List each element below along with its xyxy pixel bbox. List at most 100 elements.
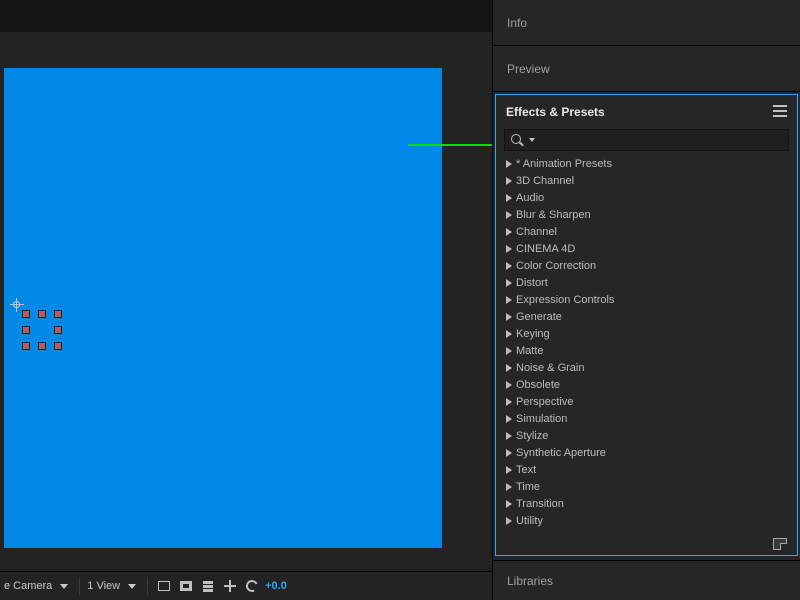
grid-toggle-button[interactable] <box>155 578 173 594</box>
effects-category-label: Color Correction <box>516 260 596 272</box>
disclosure-triangle-icon[interactable] <box>506 517 512 525</box>
effects-category-label: Utility <box>516 515 543 527</box>
chevron-down-icon[interactable] <box>128 584 136 589</box>
effects-category-item[interactable]: Stylize <box>504 427 789 444</box>
effects-category-item[interactable]: * Animation Presets <box>504 155 789 172</box>
disclosure-triangle-icon[interactable] <box>506 347 512 355</box>
handle-middle-left[interactable] <box>22 326 30 334</box>
right-panel-stack: Info Preview Effects & Presets * Animati… <box>492 0 800 600</box>
callout-arrow <box>408 144 502 146</box>
effects-category-label: Transition <box>516 498 564 510</box>
effects-search-input[interactable] <box>541 134 782 146</box>
effects-category-item[interactable]: Text <box>504 461 789 478</box>
new-bin-button[interactable] <box>773 538 787 550</box>
effects-panel-title: Effects & Presets <box>506 105 605 119</box>
effects-category-label: Audio <box>516 192 544 204</box>
effects-category-item[interactable]: Simulation <box>504 410 789 427</box>
effects-category-label: Blur & Sharpen <box>516 209 591 221</box>
disclosure-triangle-icon[interactable] <box>506 211 512 219</box>
effects-category-item[interactable]: Blur & Sharpen <box>504 206 789 223</box>
effects-category-item[interactable]: Generate <box>504 308 789 325</box>
effects-search-field[interactable] <box>504 129 789 151</box>
handle-bottom-middle[interactable] <box>38 342 46 350</box>
divider <box>79 577 80 595</box>
effects-category-label: Perspective <box>516 396 573 408</box>
disclosure-triangle-icon[interactable] <box>506 483 512 491</box>
effects-category-item[interactable]: 3D Channel <box>504 172 789 189</box>
exposure-value[interactable]: +0.0 <box>265 580 287 592</box>
effects-category-item[interactable]: Matte <box>504 342 789 359</box>
libraries-panel-title: Libraries <box>507 574 553 588</box>
disclosure-triangle-icon[interactable] <box>506 364 512 372</box>
handle-bottom-right[interactable] <box>54 342 62 350</box>
handle-top-middle[interactable] <box>38 310 46 318</box>
effects-category-item[interactable]: Distort <box>504 274 789 291</box>
effects-category-label: * Animation Presets <box>516 158 612 170</box>
disclosure-triangle-icon[interactable] <box>506 296 512 304</box>
handle-bottom-left[interactable] <box>22 342 30 350</box>
disclosure-triangle-icon[interactable] <box>506 313 512 321</box>
disclosure-triangle-icon[interactable] <box>506 330 512 338</box>
selected-layer[interactable] <box>16 304 68 356</box>
channel-toggle-button[interactable] <box>199 578 217 594</box>
views-dropdown-label[interactable]: 1 View <box>87 580 120 592</box>
libraries-panel-header[interactable]: Libraries <box>493 560 800 600</box>
info-panel-header[interactable]: Info <box>493 0 800 46</box>
effects-category-item[interactable]: Noise & Grain <box>504 359 789 376</box>
effects-category-label: Expression Controls <box>516 294 614 306</box>
effects-category-label: Matte <box>516 345 544 357</box>
top-spacer <box>0 0 492 32</box>
disclosure-triangle-icon[interactable] <box>506 466 512 474</box>
effects-category-label: Noise & Grain <box>516 362 584 374</box>
effects-panel-header[interactable]: Effects & Presets <box>496 95 797 129</box>
effects-category-item[interactable]: Utility <box>504 512 789 529</box>
handle-top-left[interactable] <box>22 310 30 318</box>
effects-category-label: Synthetic Aperture <box>516 447 606 459</box>
effects-category-label: Generate <box>516 311 562 323</box>
preview-panel-header[interactable]: Preview <box>493 46 800 92</box>
effects-category-item[interactable]: Time <box>504 478 789 495</box>
disclosure-triangle-icon[interactable] <box>506 500 512 508</box>
effects-category-label: Obsolete <box>516 379 560 391</box>
disclosure-triangle-icon[interactable] <box>506 160 512 168</box>
effects-category-tree: * Animation Presets 3D Channel Audio Blur &… <box>504 155 789 529</box>
effects-category-item[interactable]: Keying <box>504 325 789 342</box>
disclosure-triangle-icon[interactable] <box>506 279 512 287</box>
reset-exposure-button[interactable] <box>243 578 261 594</box>
camera-dropdown-label[interactable]: e Camera <box>4 580 52 592</box>
info-panel-title: Info <box>507 16 527 30</box>
search-options-dropdown-icon[interactable] <box>529 138 535 142</box>
disclosure-triangle-icon[interactable] <box>506 245 512 253</box>
composition-canvas[interactable] <box>4 68 442 548</box>
effects-category-label: 3D Channel <box>516 175 574 187</box>
effects-category-item[interactable]: Color Correction <box>504 257 789 274</box>
disclosure-triangle-icon[interactable] <box>506 415 512 423</box>
disclosure-triangle-icon[interactable] <box>506 262 512 270</box>
viewer-bottom-toolbar: e Camera 1 View +0.0 <box>0 571 492 600</box>
disclosure-triangle-icon[interactable] <box>506 449 512 457</box>
preview-panel-title: Preview <box>507 62 550 76</box>
effects-category-item[interactable]: CINEMA 4D <box>504 240 789 257</box>
effects-category-item[interactable]: Synthetic Aperture <box>504 444 789 461</box>
disclosure-triangle-icon[interactable] <box>506 381 512 389</box>
disclosure-triangle-icon[interactable] <box>506 194 512 202</box>
disclosure-triangle-icon[interactable] <box>506 398 512 406</box>
transparency-grid-button[interactable] <box>221 578 239 594</box>
effects-panel-footer <box>496 533 797 555</box>
disclosure-triangle-icon[interactable] <box>506 177 512 185</box>
effects-category-item[interactable]: Obsolete <box>504 376 789 393</box>
effects-presets-panel: Effects & Presets * Animation Presets 3D … <box>495 94 798 556</box>
chevron-down-icon[interactable] <box>60 584 68 589</box>
effects-category-item[interactable]: Perspective <box>504 393 789 410</box>
effects-category-item[interactable]: Expression Controls <box>504 291 789 308</box>
handle-top-right[interactable] <box>54 310 62 318</box>
effects-category-item[interactable]: Channel <box>504 223 789 240</box>
handle-middle-right[interactable] <box>54 326 62 334</box>
panel-menu-icon[interactable] <box>773 105 787 117</box>
divider <box>147 577 148 595</box>
effects-category-item[interactable]: Audio <box>504 189 789 206</box>
disclosure-triangle-icon[interactable] <box>506 228 512 236</box>
effects-category-item[interactable]: Transition <box>504 495 789 512</box>
disclosure-triangle-icon[interactable] <box>506 432 512 440</box>
title-safe-toggle-button[interactable] <box>177 578 195 594</box>
